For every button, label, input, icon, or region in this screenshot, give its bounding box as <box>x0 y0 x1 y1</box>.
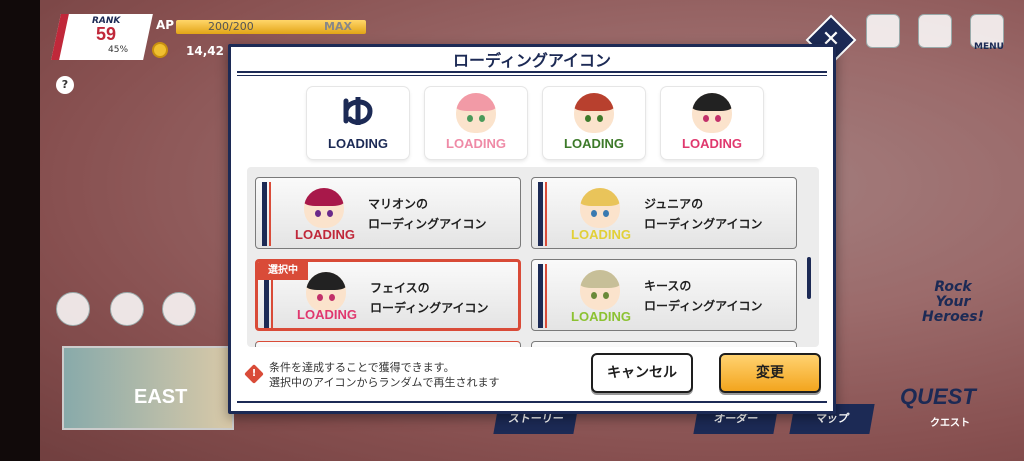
card-label-line2: ローディングアイコン <box>368 217 487 231</box>
cancel-button[interactable]: キャンセル <box>591 353 693 393</box>
preview-tile: LOADING <box>543 87 645 159</box>
icon-list[interactable]: LOADING マリオンの ローディングアイコン LOADING ジュニアの ロ… <box>247 167 819 347</box>
selected-badge: 選択中 <box>258 262 308 280</box>
card-label: キースの ローディングアイコン <box>644 276 763 316</box>
loading-icon-dialog: ローディングアイコン LOADING LOADING LOADING LOADI… <box>228 44 836 414</box>
game-logo: Rock Your Heroes! <box>922 279 984 325</box>
preview-tile: LOADING <box>425 87 527 159</box>
preview-loading-text: LOADING <box>446 136 506 151</box>
ap-max-label: MAX <box>324 20 352 33</box>
card-stripe-accent <box>269 182 271 246</box>
black-hair-face-icon <box>306 272 346 312</box>
rank-progress: 45% <box>108 45 129 55</box>
ash-hair-face-icon <box>580 270 620 310</box>
preview-loading-text: LOADING <box>682 136 742 151</box>
list-item[interactable]: LOADING キースの ローディングアイコン <box>531 259 797 331</box>
card-label-line2: ローディングアイコン <box>370 301 489 315</box>
team-icon[interactable] <box>918 14 952 48</box>
card-stripe-accent <box>545 182 547 246</box>
note-line2: 選択中のアイコンからランダムで再生されます <box>269 376 500 389</box>
blonde-hair-face-icon <box>580 188 620 228</box>
list-item[interactable]: LOADING マリオンの ローディングアイコン <box>255 177 521 249</box>
help-icon[interactable]: ? <box>56 76 74 94</box>
list-scrollbar[interactable] <box>807 257 811 299</box>
card-stripe <box>538 264 543 328</box>
card-loading-text: LOADING <box>297 307 357 322</box>
mission-icon[interactable] <box>162 292 196 326</box>
red-hair-face-icon <box>574 93 614 133</box>
card-loading-text: LOADING <box>571 227 631 242</box>
card-loading-text: LOADING <box>571 309 631 324</box>
card-label-line1: フェイスの <box>370 281 430 295</box>
ap-value: 200/200 <box>208 20 254 33</box>
rank-value: 59 <box>96 24 117 44</box>
change-button[interactable]: 変更 <box>719 353 821 393</box>
card-label-line1: マリオンの <box>368 197 429 211</box>
quest-sub-label: クエスト <box>930 418 970 429</box>
mail-icon[interactable] <box>56 292 90 326</box>
footer-note: 条件を達成することで獲得できます。 選択中のアイコンからランダムで再生されます <box>269 360 499 390</box>
note-line1: 条件を達成することで獲得できます。 <box>269 361 455 374</box>
card-stripe-accent <box>545 264 547 328</box>
bottom-rule <box>237 401 827 403</box>
list-item-partial[interactable] <box>531 341 797 347</box>
list-item[interactable]: LOADING ジュニアの ローディングアイコン <box>531 177 797 249</box>
coin-value: 14,42 <box>186 44 224 58</box>
card-loading-text: LOADING <box>295 227 355 242</box>
card-label-line2: ローディングアイコン <box>644 217 763 231</box>
card-label: マリオンの ローディングアイコン <box>368 194 487 234</box>
menu-label: MENU <box>974 42 1004 52</box>
warning-mark: ! <box>251 368 257 379</box>
card-stripe <box>262 182 267 246</box>
card-label: フェイスの ローディングアイコン <box>370 278 489 318</box>
gift-icon[interactable] <box>110 292 144 326</box>
preview-loading-text: LOADING <box>328 136 388 151</box>
event-title: EAST <box>134 386 188 408</box>
coin-icon <box>152 42 168 58</box>
card-label-line1: ジュニアの <box>644 197 704 211</box>
quest-button[interactable]: QUEST <box>900 384 976 410</box>
ap-label: AP <box>156 18 175 32</box>
card-stripe <box>538 182 543 246</box>
title-rule-bottom <box>237 75 827 76</box>
preview-tile: LOADING <box>307 87 409 159</box>
dialog-title: ローディングアイコン <box>452 51 612 70</box>
preview-tile: LOADING <box>661 87 763 159</box>
magenta-hair-face-icon <box>304 188 344 228</box>
card-label-line2: ローディングアイコン <box>644 299 763 313</box>
preview-loading-text: LOADING <box>564 136 624 151</box>
album-icon[interactable] <box>866 14 900 48</box>
logo-icon <box>343 97 373 125</box>
pink-hair-face-icon <box>456 93 496 133</box>
list-item-selected[interactable]: 選択中 LOADING フェイスの ローディングアイコン <box>255 259 521 331</box>
list-item-partial[interactable] <box>255 341 521 347</box>
card-label: ジュニアの ローディングアイコン <box>644 194 763 234</box>
black-hair-face-icon <box>692 93 732 133</box>
card-label-line1: キースの <box>644 279 692 293</box>
